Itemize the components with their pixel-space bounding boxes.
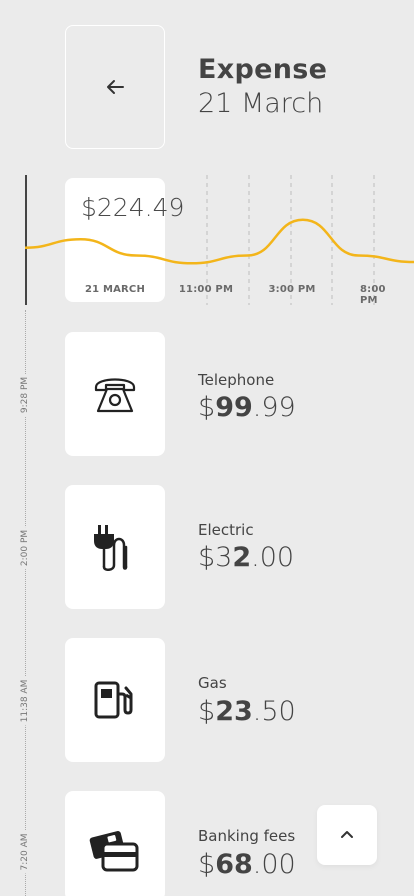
expense-time: 7:20 AM	[18, 830, 32, 874]
telephone-icon	[94, 378, 136, 413]
expense-card-telephone[interactable]	[65, 332, 165, 456]
expense-time: 11:38 AM	[18, 676, 32, 726]
expense-label: Banking fees	[198, 827, 296, 845]
chart-tick-label: 11:00 PM	[178, 284, 234, 295]
expense-label: Electric	[198, 521, 254, 539]
plug-icon	[94, 525, 128, 571]
expense-amount: $99.99	[198, 392, 296, 423]
chart-tick-label: 8:00 PM	[360, 284, 386, 306]
chart-tick-label: 3:00 PM	[268, 284, 316, 295]
expense-time: 9:28 PM	[18, 373, 32, 417]
chevron-up-icon	[341, 831, 353, 838]
expense-card-electric[interactable]	[65, 485, 165, 609]
expense-chart	[24, 175, 414, 305]
expense-label: Gas	[198, 674, 227, 692]
expense-card-gas[interactable]	[65, 638, 165, 762]
chart-total-amount: $224.49	[81, 193, 185, 222]
gas-pump-icon	[94, 681, 133, 719]
expense-amount: $68.00	[198, 849, 296, 880]
chart-tick-label: 21 MARCH	[84, 284, 146, 295]
expense-card-banking-fees[interactable]	[65, 791, 165, 896]
credit-card-icon	[89, 831, 139, 872]
chart-series-line	[24, 218, 414, 265]
expense-amount: $32.00	[198, 542, 295, 573]
expense-time: 2:00 PM	[18, 526, 32, 570]
expense-amount: $23.50	[198, 696, 296, 727]
expense-label: Telephone	[198, 371, 275, 389]
scroll-to-top-button[interactable]	[317, 805, 377, 865]
